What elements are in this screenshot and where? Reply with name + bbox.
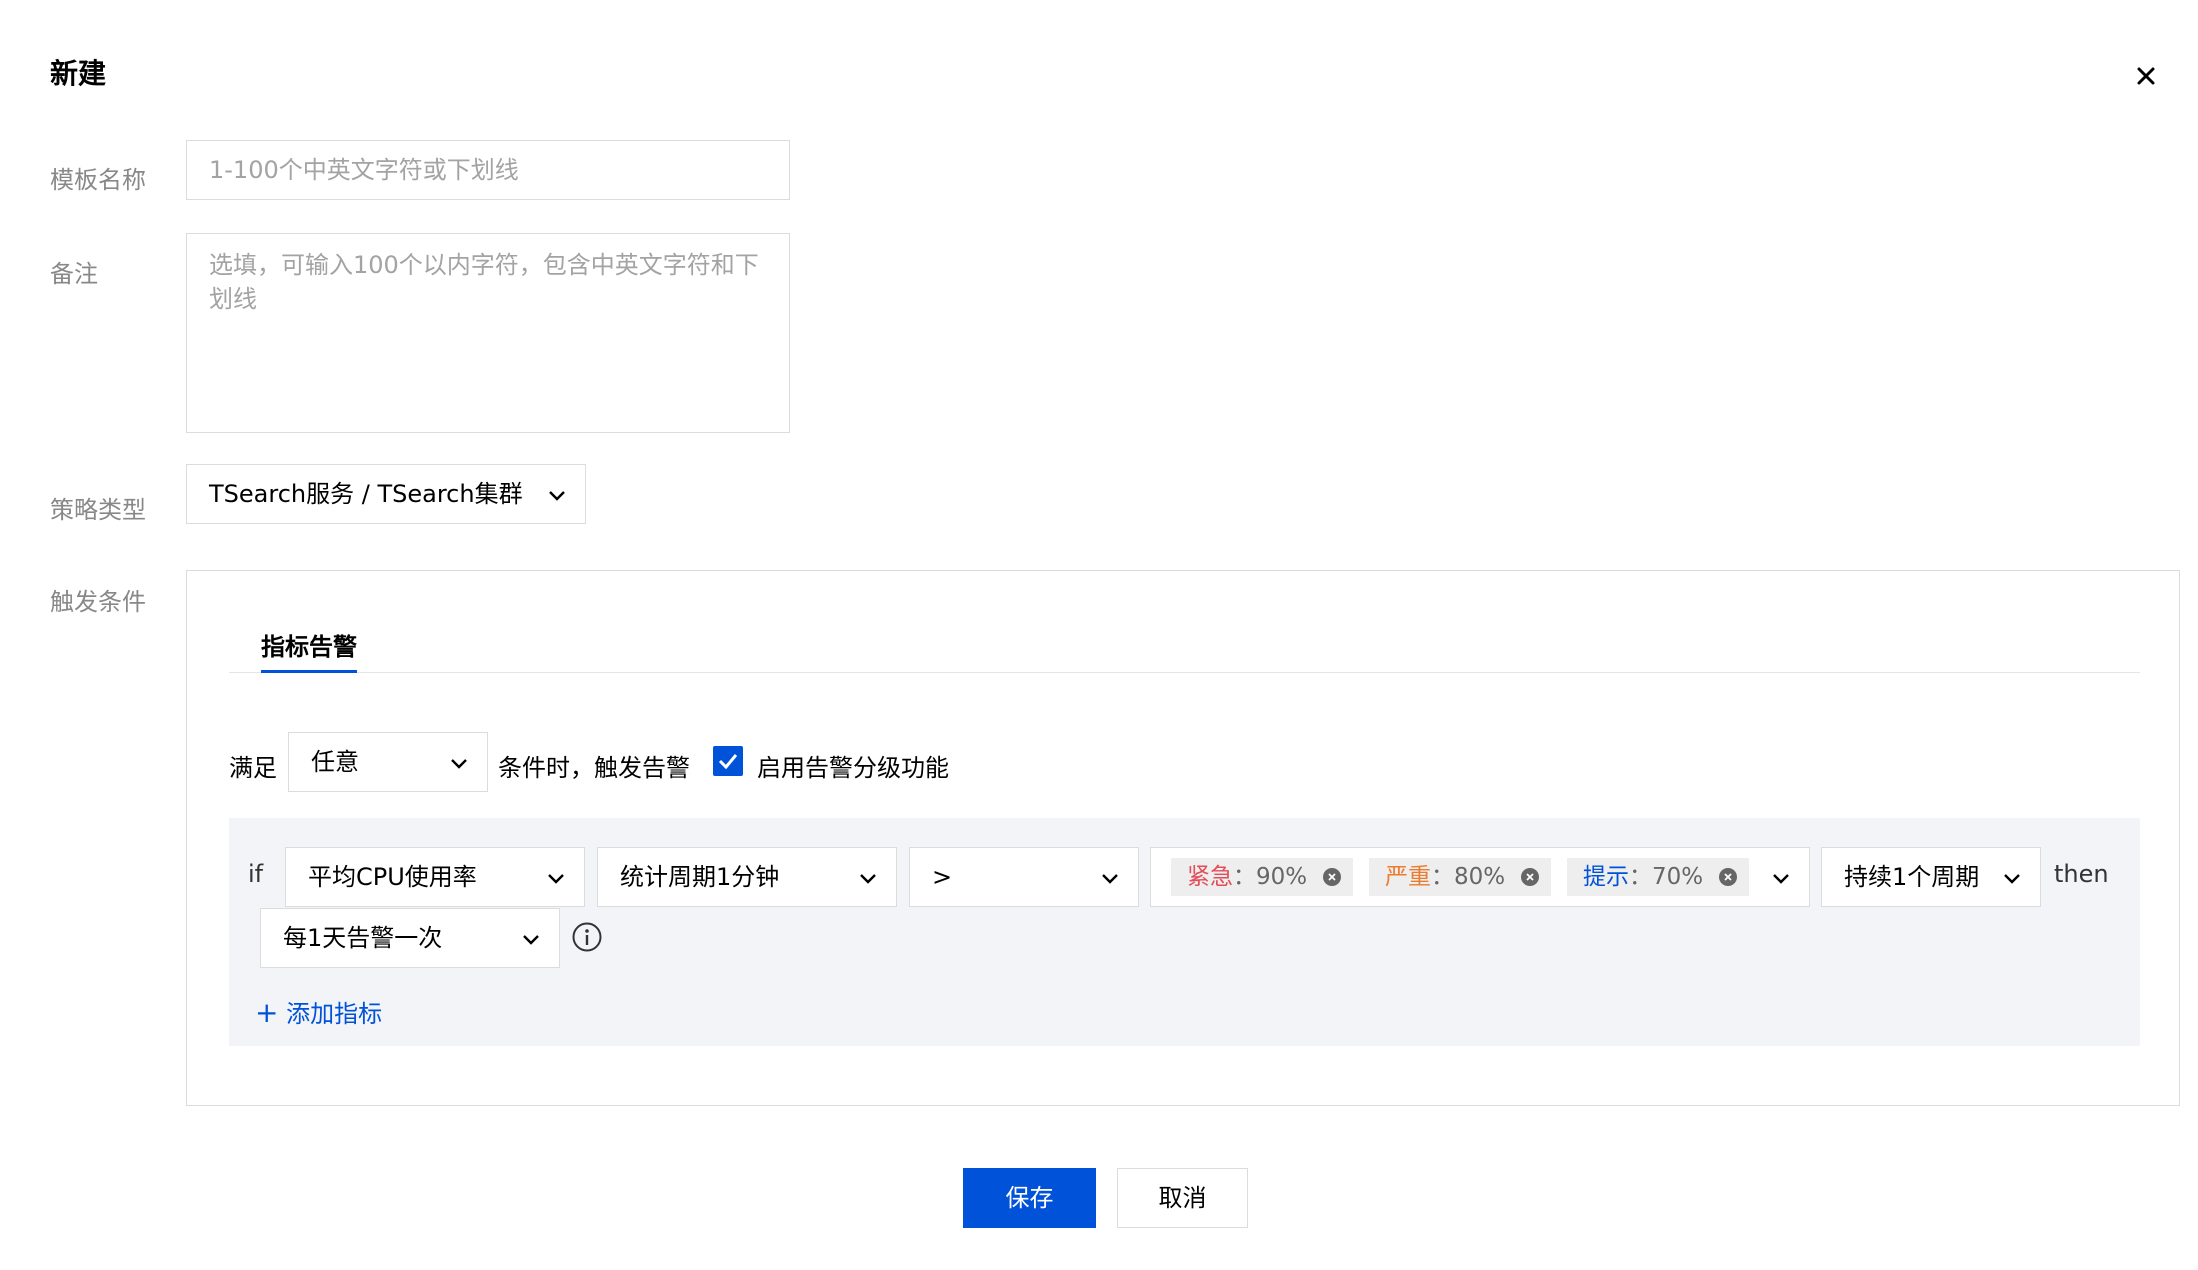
- policy-type-value: TSearch服务 / TSearch集群: [209, 480, 523, 508]
- operator-value: >: [932, 863, 953, 891]
- then-label: then: [2054, 860, 2109, 888]
- save-button[interactable]: 保存: [963, 1168, 1096, 1228]
- chevron-down-icon: [1098, 866, 1122, 890]
- template-name-input[interactable]: 1-100个中英文字符或下划线: [186, 140, 790, 200]
- chevron-down-icon: [545, 483, 569, 507]
- cancel-button[interactable]: 取消: [1117, 1168, 1248, 1228]
- chevron-down-icon: [519, 927, 543, 951]
- threshold-separator: ：: [1233, 864, 1256, 890]
- add-metric-label: 添加指标: [286, 1000, 383, 1028]
- policy-type-select[interactable]: TSearch服务 / TSearch集群: [186, 464, 586, 524]
- chevron-down-icon: [544, 866, 568, 890]
- threshold-separator: ：: [1629, 864, 1652, 890]
- close-circle-icon[interactable]: [1521, 868, 1539, 886]
- period-select[interactable]: 统计周期1分钟: [597, 847, 897, 907]
- threshold-separator: ：: [1431, 864, 1454, 890]
- threshold-tag-urgent: 紧急：90%: [1171, 858, 1353, 896]
- threshold-tag-serious: 严重：80%: [1369, 858, 1551, 896]
- if-label: if: [248, 860, 264, 888]
- frequency-value: 每1天告警一次: [283, 924, 443, 952]
- satisfy-select[interactable]: 任意: [288, 732, 488, 792]
- chevron-down-icon: [856, 866, 880, 890]
- chevron-down-icon: [2000, 866, 2024, 890]
- chevron-down-icon: [447, 751, 471, 775]
- remark-label: 备注: [50, 260, 98, 288]
- frequency-select[interactable]: 每1天告警一次: [260, 908, 560, 968]
- duration-value: 持续1个周期: [1844, 863, 1980, 891]
- threshold-level: 提示: [1583, 864, 1629, 890]
- threshold-value: 90%: [1256, 864, 1308, 890]
- tab-metric-alarm[interactable]: 指标告警: [261, 627, 357, 662]
- metric-select[interactable]: 平均CPU使用率: [285, 847, 585, 907]
- template-name-label: 模板名称: [50, 166, 146, 194]
- threshold-value: 80%: [1454, 864, 1506, 890]
- close-circle-icon[interactable]: [1323, 868, 1341, 886]
- threshold-level: 严重: [1385, 864, 1431, 890]
- period-value: 统计周期1分钟: [620, 863, 780, 891]
- info-icon[interactable]: [571, 921, 603, 953]
- remark-textarea[interactable]: 选填，可输入100个以内字符，包含中英文字符和下划线: [186, 233, 790, 433]
- trigger-label: 触发条件: [50, 588, 146, 616]
- policy-type-label: 策略类型: [50, 496, 146, 524]
- dialog-title: 新建: [50, 57, 107, 90]
- duration-select[interactable]: 持续1个周期: [1821, 847, 2041, 907]
- alarm-level-label: 启用告警分级功能: [757, 754, 949, 782]
- add-metric-link[interactable]: + 添加指标: [255, 994, 382, 1029]
- tab-active-indicator: [261, 670, 357, 673]
- operator-select[interactable]: >: [909, 847, 1139, 907]
- satisfy-label: 满足: [229, 754, 277, 782]
- tab-divider: [229, 672, 2140, 673]
- close-icon[interactable]: [2126, 56, 2166, 96]
- threshold-level: 紧急: [1187, 864, 1233, 890]
- threshold-tag-hint: 提示：70%: [1567, 858, 1749, 896]
- alarm-level-checkbox[interactable]: [713, 746, 743, 776]
- satisfy-value: 任意: [311, 748, 359, 776]
- chevron-down-icon: [1769, 866, 1793, 890]
- threshold-select[interactable]: 紧急：90% 严重：80% 提示：70%: [1150, 847, 1810, 907]
- condition-text: 条件时，触发告警: [498, 754, 690, 782]
- plus-icon: +: [255, 996, 279, 1029]
- metric-value: 平均CPU使用率: [308, 863, 477, 891]
- threshold-value: 70%: [1652, 864, 1704, 890]
- close-circle-icon[interactable]: [1719, 868, 1737, 886]
